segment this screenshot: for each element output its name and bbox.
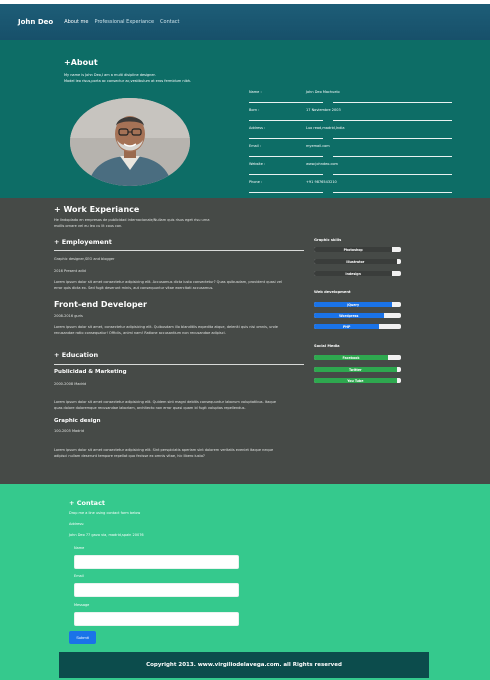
email-label: Email bbox=[74, 574, 84, 578]
top-navbar: John Deo About me Professional Experianc… bbox=[0, 4, 490, 40]
graphic-skills-title: Graphic skills bbox=[314, 238, 342, 242]
skill-bar-illustrator: Illustrator bbox=[314, 259, 401, 264]
skill-bar-youtube: You Tube bbox=[314, 378, 401, 383]
name-field[interactable] bbox=[74, 555, 239, 569]
info-row-born: Born : 17 Noviembre 2003 bbox=[249, 103, 453, 121]
education-date: 100-2005 Madrid bbox=[54, 429, 84, 433]
social-media-title: Social Media bbox=[314, 344, 340, 348]
info-label: Born : bbox=[249, 108, 260, 112]
education-description: Lorem ipsum dolor sit amet consectetur a… bbox=[54, 448, 302, 459]
info-label: Name : bbox=[249, 90, 262, 94]
message-label: Message bbox=[74, 603, 90, 607]
skill-bar-facebook: Facebook bbox=[314, 355, 401, 360]
education-description: Lorem ipsum dolor sit amet consectetur a… bbox=[54, 400, 302, 411]
profile-photo bbox=[70, 98, 190, 186]
education-heading: + Education bbox=[54, 351, 99, 359]
job-description: Lorem ipsum dolor sit amet, consectetur … bbox=[54, 325, 302, 336]
nav-link-contact[interactable]: Contact bbox=[160, 19, 179, 25]
info-row-website: Website : www.johndeo.com bbox=[249, 157, 453, 175]
skill-bar-fill: Twitter bbox=[314, 367, 397, 372]
education-date: 2000-2008 Madrid bbox=[54, 382, 87, 386]
divider bbox=[54, 250, 304, 251]
job-date: 2016 Present adid bbox=[54, 269, 86, 273]
skill-bar-jquery: jQuery bbox=[314, 302, 401, 307]
info-row-address: Address : Luo read,madrid,India bbox=[249, 121, 453, 139]
footer-copyright: Copyright 2013. www.virgiliodelavega.com… bbox=[146, 662, 342, 668]
job-description-line: Lorem ipsum dolor sit amet, consectetur … bbox=[54, 325, 278, 329]
info-value[interactable]: myemail.com bbox=[306, 144, 330, 148]
skill-bar-fill: Wordpress bbox=[314, 313, 384, 318]
divider bbox=[54, 364, 304, 365]
job-description: Lorem ipsum dolor sit amet consectetur a… bbox=[54, 280, 302, 291]
info-value: Luo read,madrid,India bbox=[306, 126, 345, 130]
info-value: 17 Noviembre 2003 bbox=[306, 108, 341, 112]
submit-button[interactable]: Submit bbox=[69, 631, 96, 644]
skill-bar-indesign: Indesign bbox=[314, 271, 401, 276]
education-description-line: Lorem ipsum dolor sit amet consectetur a… bbox=[54, 400, 276, 404]
skill-bar-fill: Indesign bbox=[314, 271, 393, 276]
skill-bar-photoshop: Photoshop bbox=[314, 247, 401, 252]
work-heading: + Work Experiance bbox=[54, 205, 140, 214]
job-date: 2008-2016 guris bbox=[54, 314, 83, 318]
footer: Copyright 2013. www.virgiliodelavega.com… bbox=[59, 652, 429, 678]
nav-link-experience[interactable]: Professional Experiance bbox=[95, 19, 155, 25]
info-label: Website : bbox=[249, 162, 266, 166]
about-section: +About My name is John Deo,I am a multi … bbox=[0, 40, 490, 198]
profile-photo-image bbox=[70, 98, 190, 186]
work-intro: He lindoplado en empresas de publicidad … bbox=[54, 218, 210, 229]
skill-bar-php: PHP bbox=[314, 324, 401, 329]
divider bbox=[249, 192, 323, 193]
education-title: Graphic design bbox=[54, 418, 101, 424]
skill-bar-wordpress: Wordpress bbox=[314, 313, 401, 318]
web-development-title: Web development bbox=[314, 290, 351, 294]
job-description-line: Lorem ipsum dolor sit amet consectetur a… bbox=[54, 280, 282, 284]
work-intro-line: He lindoplado en empresas de publicidad … bbox=[54, 218, 210, 222]
name-label: Name bbox=[74, 546, 85, 550]
contact-subheading: Drop me a line using contact form below bbox=[69, 511, 141, 515]
divider bbox=[333, 192, 452, 193]
about-intro: My name is John Deo,I am a multi disipli… bbox=[64, 72, 244, 84]
skill-bar-fill: PHP bbox=[314, 324, 380, 329]
info-row-email: Email : myemail.com bbox=[249, 139, 453, 157]
about-intro-line: Model leo risus,porta ac consectur ac,ve… bbox=[64, 79, 192, 83]
job-heading: Front-end Developer bbox=[54, 300, 147, 309]
info-row-phone: Phone : +91 9876543210 bbox=[249, 175, 453, 193]
message-field[interactable] bbox=[74, 612, 239, 626]
skill-bar-fill: Facebook bbox=[314, 355, 388, 360]
work-experience-section: + Work Experiance He lindoplado en empre… bbox=[0, 198, 490, 484]
employment-heading: + Employement bbox=[54, 238, 112, 246]
info-label: Address : bbox=[249, 126, 266, 130]
work-intro-line: mollis ornare vel eu leo cu lit cous con… bbox=[54, 223, 123, 228]
education-description-line: adipisci nullam deserunt tempore repella… bbox=[54, 453, 205, 458]
nav-link-about[interactable]: About me bbox=[64, 19, 88, 25]
info-value: +91 9876543210 bbox=[306, 180, 337, 184]
about-heading: +About bbox=[64, 58, 98, 67]
info-value[interactable]: www.johndeo.com bbox=[306, 162, 338, 166]
skill-bar-twitter: Twitter bbox=[314, 367, 401, 372]
job-description-line: recusandae ratio consequatur! Officiis, … bbox=[54, 330, 226, 335]
skill-bar-fill: Illustrator bbox=[314, 259, 397, 264]
contact-heading: + Contact bbox=[69, 499, 106, 507]
job-description-line: error quis dicta ex. Sed fugit deserunt … bbox=[54, 285, 214, 290]
email-field[interactable] bbox=[74, 583, 239, 597]
job-title: Graphic designer,SEO and blogger bbox=[54, 257, 115, 261]
contact-section: + Contact Drop me a line using contact f… bbox=[0, 484, 490, 680]
education-description-line: quas dolore doloremque recusandae labori… bbox=[54, 405, 246, 410]
info-value: John Deo Machuelo bbox=[306, 90, 340, 94]
address-text: John Deo 77 gavo via, madrid,spain 20076 bbox=[69, 533, 144, 537]
address-label: Address: bbox=[69, 522, 85, 526]
education-description-line: Lorem ipsum dolor sit amet consectetur a… bbox=[54, 448, 274, 452]
info-label: Phone : bbox=[249, 180, 263, 184]
info-row-name: Name : John Deo Machuelo bbox=[249, 85, 453, 103]
skill-bar-fill: Photoshop bbox=[314, 247, 393, 252]
skill-bar-fill: You Tube bbox=[314, 378, 397, 383]
skill-bar-fill: jQuery bbox=[314, 302, 393, 307]
education-title: Publicidad & Marketing bbox=[54, 369, 127, 375]
info-label: Email : bbox=[249, 144, 262, 148]
brand-name[interactable]: John Deo bbox=[18, 18, 53, 26]
